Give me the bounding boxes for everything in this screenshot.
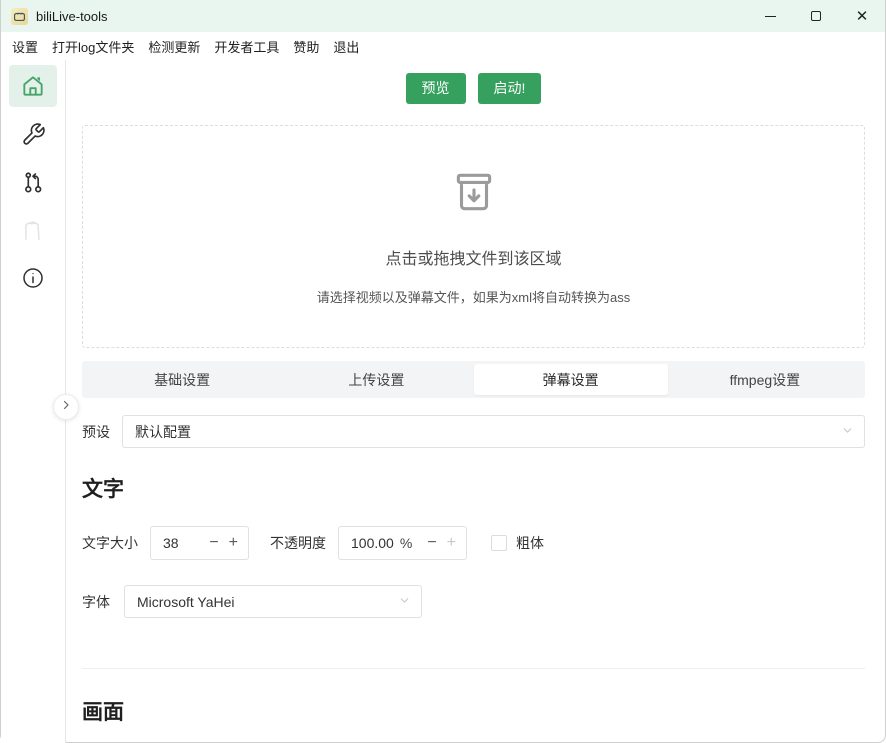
- dropzone-title: 点击或拖拽文件到该区域: [385, 245, 561, 269]
- minus-button[interactable]: −: [209, 535, 218, 551]
- minimize-button[interactable]: [747, 0, 793, 32]
- settings-tabs: 基础设置 上传设置 弹幕设置 ffmpeg设置: [82, 361, 865, 398]
- window-controls: ✕: [747, 0, 885, 32]
- chevron-down-icon: [398, 594, 411, 610]
- font-family-select[interactable]: Microsoft YaHei: [124, 585, 422, 618]
- opacity-value: 100.00: [351, 535, 394, 551]
- tab-ffmpeg-settings[interactable]: ffmpeg设置: [668, 364, 862, 395]
- font-size-label: 文字大小: [82, 533, 138, 553]
- menubar: 设置 打开log文件夹 检测更新 开发者工具 赞助 退出: [1, 32, 885, 60]
- dropzone-subtitle: 请选择视频以及弹幕文件，如果为xml将自动转换为ass: [317, 287, 630, 306]
- close-button[interactable]: ✕: [839, 0, 885, 32]
- maximize-button[interactable]: [793, 0, 839, 32]
- font-family-label: 字体: [82, 592, 110, 612]
- sidebar-item-home[interactable]: [9, 65, 57, 107]
- titlebar: biliLive-tools ✕: [1, 0, 885, 32]
- tab-basic-settings[interactable]: 基础设置: [85, 364, 279, 395]
- font-row: 字体 Microsoft YaHei: [82, 585, 865, 618]
- font-family-value: Microsoft YaHei: [137, 594, 398, 610]
- opacity-stepper: − +: [415, 535, 456, 551]
- git-compare-icon: [21, 170, 46, 195]
- preset-row: 预设 默认配置: [82, 415, 865, 448]
- opacity-input[interactable]: 100.00 % − +: [338, 526, 467, 560]
- wrench-icon: [21, 122, 46, 147]
- action-buttons: 预览 启动!: [82, 73, 865, 104]
- maximize-icon: [811, 11, 821, 21]
- preset-select[interactable]: 默认配置: [122, 415, 865, 448]
- menu-item-exit[interactable]: 退出: [326, 33, 366, 60]
- info-icon: [21, 266, 45, 290]
- section-heading-text: 文字: [82, 473, 865, 503]
- minimize-icon: [765, 16, 776, 17]
- sidebar-collapse-toggle[interactable]: [53, 394, 79, 420]
- content-row: 预览 启动! 点击或拖拽文件到该区域 请选择视频以及弹幕文件，如果为xml将自动…: [1, 60, 885, 743]
- section-heading-screen: 画面: [82, 696, 865, 726]
- menu-item-check-update[interactable]: 检测更新: [141, 33, 207, 60]
- preset-value: 默认配置: [135, 422, 841, 442]
- sidebar-item-tools[interactable]: [9, 113, 57, 155]
- preset-label: 预设: [82, 422, 110, 442]
- close-icon: ✕: [856, 9, 869, 24]
- start-button[interactable]: 启动!: [478, 73, 542, 104]
- bold-checkbox-label: 粗体: [516, 533, 544, 553]
- section-divider: [82, 668, 865, 669]
- main-panel: 预览 启动! 点击或拖拽文件到该区域 请选择视频以及弹幕文件，如果为xml将自动…: [66, 60, 885, 743]
- opacity-unit: %: [400, 535, 412, 551]
- menu-item-open-log-folder[interactable]: 打开log文件夹: [45, 33, 141, 60]
- home-icon: [20, 73, 46, 99]
- archive-download-icon: [449, 168, 499, 223]
- menu-item-devtools[interactable]: 开发者工具: [207, 33, 286, 60]
- chevron-down-icon: [841, 424, 854, 440]
- menu-item-settings[interactable]: 设置: [5, 33, 45, 60]
- sidebar-item-queue[interactable]: [9, 161, 57, 203]
- app-icon: [11, 8, 28, 25]
- tab-upload-settings[interactable]: 上传设置: [279, 364, 473, 395]
- chevron-right-icon: [60, 398, 72, 416]
- bold-checkbox[interactable]: [491, 535, 507, 551]
- font-size-input[interactable]: 38 − +: [150, 526, 249, 560]
- menu-item-sponsor[interactable]: 赞助: [286, 33, 326, 60]
- clip-icon: [20, 217, 46, 244]
- sidebar-item-about[interactable]: [9, 257, 57, 299]
- minus-button[interactable]: −: [427, 535, 436, 551]
- window-title: biliLive-tools: [36, 9, 108, 24]
- tab-danmaku-settings[interactable]: 弹幕设置: [474, 364, 668, 395]
- text-controls-row: 文字大小 38 − + 不透明度 100.00 % − + 粗体: [82, 526, 865, 560]
- font-size-stepper: − +: [197, 535, 238, 551]
- plus-button-disabled: +: [447, 535, 456, 551]
- sidebar-item-clip[interactable]: [9, 209, 57, 251]
- opacity-label: 不透明度: [270, 533, 326, 553]
- font-size-value: 38: [163, 535, 179, 551]
- file-dropzone[interactable]: 点击或拖拽文件到该区域 请选择视频以及弹幕文件，如果为xml将自动转换为ass: [82, 125, 865, 348]
- preview-button[interactable]: 预览: [406, 73, 466, 104]
- plus-button[interactable]: +: [229, 535, 238, 551]
